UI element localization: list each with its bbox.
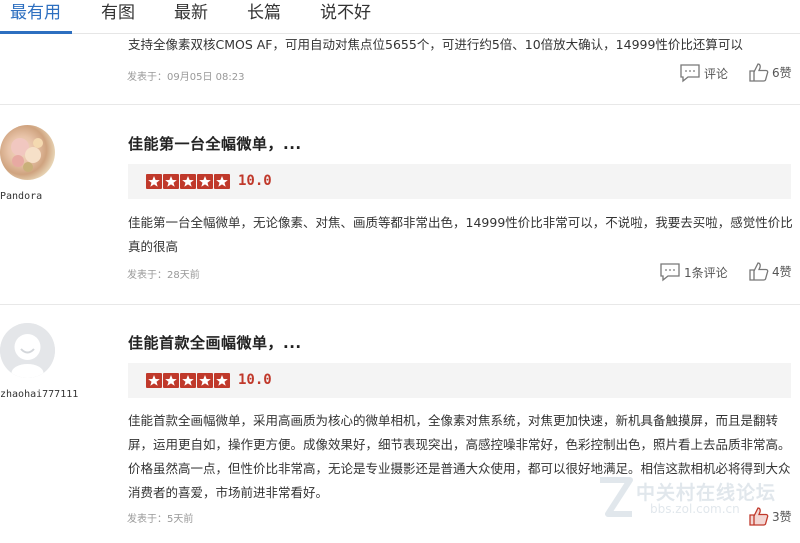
username[interactable]: Pandora	[0, 191, 42, 202]
thumbs-up-icon	[749, 507, 769, 526]
like-button[interactable]: 6赞	[748, 62, 792, 83]
star-icon	[163, 174, 179, 189]
avatar[interactable]	[0, 323, 55, 378]
star-rating	[146, 174, 230, 189]
star-rating	[146, 373, 230, 388]
star-icon	[163, 373, 179, 388]
active-tab-indicator	[0, 31, 72, 34]
review-body: 佳能第一台全幅微单，无论像素、对焦、画质等都非常出色，14999性价比非常可以，…	[128, 215, 793, 254]
rating-bar: 10.0	[128, 363, 791, 398]
avatar[interactable]	[0, 125, 55, 180]
rating-score: 10.0	[238, 173, 272, 189]
tab-negative[interactable]: 说不好	[320, 0, 371, 34]
star-icon	[146, 373, 162, 388]
review-divider	[0, 304, 800, 305]
username[interactable]: zhaohai777111	[0, 389, 78, 400]
review-title[interactable]: 佳能首款全画幅微单，...	[128, 332, 302, 353]
thumbs-up-icon	[749, 262, 769, 281]
watermark-url: bbs.zol.com.cn	[650, 502, 740, 516]
comment-label: 1条评论	[684, 265, 728, 280]
like-button[interactable]: 3赞	[748, 506, 792, 527]
star-icon	[180, 373, 196, 388]
watermark-logo-icon	[600, 477, 633, 517]
comment-icon	[660, 263, 680, 282]
review-filter-tabs: 最有用 有图 最新 长篇 说不好	[0, 0, 800, 34]
thumbs-up-icon	[749, 63, 769, 82]
comment-button[interactable]: 1条评论	[659, 262, 728, 282]
review-posted-time: 发表于：09月05日 08:23	[127, 72, 245, 83]
rating-bar: 10.0	[128, 164, 791, 199]
star-icon	[146, 174, 162, 189]
tab-long[interactable]: 长篇	[247, 0, 281, 34]
tab-with-images[interactable]: 有图	[101, 0, 135, 34]
default-avatar-icon	[0, 323, 55, 378]
tab-most-useful[interactable]: 最有用	[10, 0, 61, 34]
star-icon	[214, 373, 230, 388]
watermark-text: 中关村在线论坛	[636, 482, 777, 504]
like-count: 4赞	[772, 265, 792, 279]
comment-button[interactable]: 评论	[679, 63, 728, 83]
review-title[interactable]: 佳能第一台全幅微单，...	[128, 133, 302, 154]
star-icon	[214, 174, 230, 189]
comment-label: 评论	[704, 66, 729, 81]
like-count: 3赞	[772, 510, 792, 524]
star-icon	[180, 174, 196, 189]
avatar-flower-image	[11, 138, 43, 172]
review-posted-time: 发表于：5天前	[127, 514, 194, 525]
review-body: 支持全像素双核CMOS AF，可用自动对焦点位5655个，可进行约5倍、10倍放…	[128, 37, 743, 52]
rating-score: 10.0	[238, 372, 272, 388]
star-icon	[197, 373, 213, 388]
star-icon	[197, 174, 213, 189]
review-posted-time: 发表于：28天前	[127, 270, 200, 281]
tab-newest[interactable]: 最新	[174, 0, 208, 34]
review-divider	[0, 104, 800, 105]
comment-icon	[680, 64, 700, 83]
like-count: 6赞	[772, 66, 792, 80]
like-button[interactable]: 4赞	[748, 261, 792, 282]
